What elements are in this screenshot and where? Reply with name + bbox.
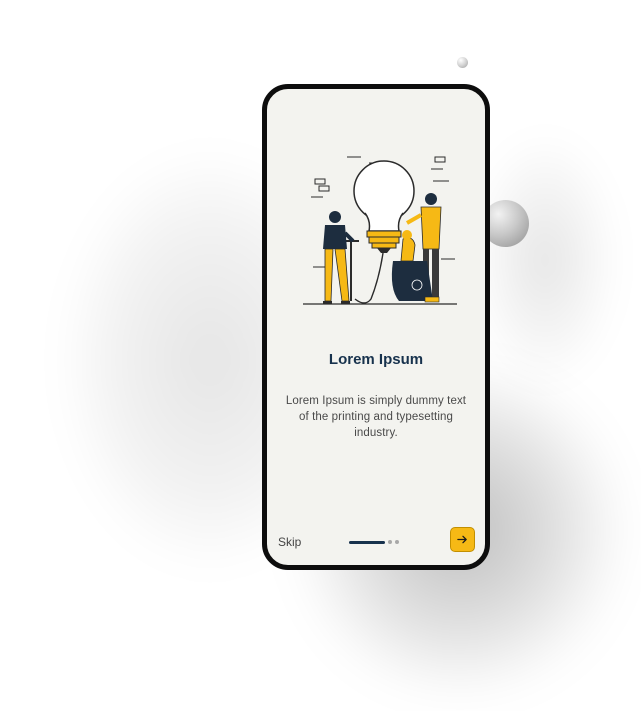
onboarding-description: Lorem Ipsum is simply dummy text of the … <box>285 395 467 439</box>
skip-button[interactable]: Skip <box>278 535 301 549</box>
page-indicator <box>349 540 399 544</box>
canvas: Lorem Ipsum Lorem Ipsum is simply dummy … <box>0 0 641 711</box>
page-indicator-active <box>349 540 385 544</box>
phone-frame: Lorem Ipsum Lorem Ipsum is simply dummy … <box>262 84 490 570</box>
page-indicator-dot <box>395 540 399 544</box>
onboarding-title: Lorem Ipsum <box>328 351 424 368</box>
page-indicator-dot <box>388 540 392 544</box>
next-button[interactable] <box>450 527 475 552</box>
light-bulb-illustration <box>303 156 457 305</box>
decorative-small-sphere <box>457 57 468 68</box>
arrow-right-icon <box>457 535 467 544</box>
background-shadow <box>470 130 620 390</box>
